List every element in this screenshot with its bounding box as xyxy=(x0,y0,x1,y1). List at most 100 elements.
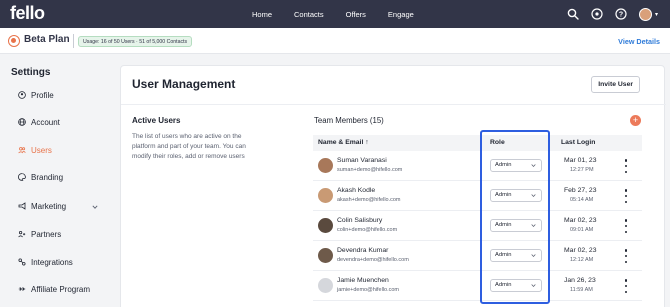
column-header-role: Role xyxy=(490,139,505,146)
last-login-time: 05:14 AM xyxy=(570,197,594,203)
nav-link-home[interactable]: Home xyxy=(252,10,272,19)
member-name: Devendra Kumar xyxy=(337,247,389,254)
chevron-down-icon[interactable] xyxy=(92,204,98,210)
sidebar-item-profile[interactable]: Profile xyxy=(18,88,54,102)
last-login-date: Mar 02, 23 xyxy=(564,217,597,224)
role-select[interactable]: Admin xyxy=(490,159,542,172)
chevron-down-icon xyxy=(531,224,536,228)
member-email: suman+demo@hifello.com xyxy=(337,167,403,173)
last-login-time: 12:27 PM xyxy=(570,167,594,173)
divider xyxy=(121,104,666,105)
handshake-icon xyxy=(18,230,26,238)
logo[interactable]: fello xyxy=(10,3,45,24)
sidebar-item-branding[interactable]: Branding xyxy=(18,170,63,184)
section-title: Active Users xyxy=(132,116,181,125)
avatar xyxy=(318,248,333,263)
page-title: User Management xyxy=(132,77,236,91)
role-select[interactable]: Admin xyxy=(490,249,542,262)
more-options-icon[interactable] xyxy=(624,279,628,293)
role-select[interactable]: Admin xyxy=(490,279,542,292)
member-email: jamie+demo@hifello.com xyxy=(337,287,399,293)
sidebar-item-account[interactable]: Account xyxy=(18,115,60,129)
more-options-icon[interactable] xyxy=(624,189,628,203)
sidebar-item-affiliate-program[interactable]: Affiliate Program xyxy=(18,282,90,296)
role-select[interactable]: Admin xyxy=(490,189,542,202)
plan-bar: Beta Plan Usage: 16 of 50 Users · 51 of … xyxy=(0,28,670,54)
megaphone-icon xyxy=(18,202,26,210)
section-description: The list of users who are active on the … xyxy=(132,133,246,160)
role-value: Admin xyxy=(495,192,512,198)
member-name: Akash Kodle xyxy=(337,187,376,194)
nav-link-offers[interactable]: Offers xyxy=(346,10,366,19)
last-login-time: 12:12 AM xyxy=(570,257,594,263)
sidebar-item-label: Account xyxy=(31,117,60,127)
invite-user-button[interactable]: Invite User xyxy=(591,76,640,93)
usage-badge: Usage: 16 of 50 Users · 51 of 5,000 Cont… xyxy=(78,36,193,47)
plan-title: Beta Plan xyxy=(24,34,70,45)
last-login-date: Mar 02, 23 xyxy=(564,247,597,254)
role-select[interactable]: Admin xyxy=(490,219,542,232)
table-row: Colin Salisbury colin+demo@hifello.com A… xyxy=(313,211,642,241)
member-name: Colin Salisbury xyxy=(337,217,383,224)
avatar[interactable] xyxy=(638,7,652,21)
nav-icons: ? ▾ xyxy=(557,0,658,28)
sidebar-item-label: Affiliate Program xyxy=(31,284,90,294)
chevron-down-icon[interactable]: ▾ xyxy=(655,11,658,18)
last-login-date: Jan 26, 23 xyxy=(564,277,596,284)
sidebar-item-label: Partners xyxy=(31,229,62,239)
table-row: Suman Varanasi suman+demo@hifello.com Ad… xyxy=(313,151,642,181)
role-value: Admin xyxy=(495,222,512,228)
sidebar-item-marketing[interactable]: Marketing xyxy=(18,199,66,213)
role-value: Admin xyxy=(495,282,512,288)
table-row: Jamie Muenchen jamie+demo@hifello.com Ad… xyxy=(313,271,642,301)
user-circle-icon xyxy=(18,91,26,99)
column-header-name-email[interactable]: Name & Email ↑ xyxy=(318,139,369,146)
chevron-down-icon xyxy=(531,194,536,198)
sidebar-item-partners[interactable]: Partners xyxy=(18,227,61,241)
member-email: akash+demo@hifello.com xyxy=(337,197,401,203)
table-row: Akash Kodle akash+demo@hifello.com Admin… xyxy=(313,181,642,211)
top-nav: fello Home Contacts Offers Engage ? ▾ xyxy=(0,0,670,28)
sidebar-item-label: Marketing xyxy=(31,201,67,211)
member-name: Jamie Muenchen xyxy=(337,277,389,284)
team-members-title: Team Members (15) xyxy=(314,116,384,125)
last-login-date: Mar 01, 23 xyxy=(564,157,597,164)
table-row: Devendra Kumar devendra+demo@hifello.com… xyxy=(313,241,642,271)
search-icon[interactable] xyxy=(565,6,581,22)
sidebar-item-label: Integrations xyxy=(31,257,73,267)
chevron-down-icon xyxy=(531,284,536,288)
sidebar-item-integrations[interactable]: Integrations xyxy=(18,255,73,269)
palette-icon xyxy=(18,173,26,181)
more-options-icon[interactable] xyxy=(624,159,628,173)
globe-icon xyxy=(18,118,26,126)
nav-link-contacts[interactable]: Contacts xyxy=(294,10,324,19)
view-details-link[interactable]: View Details xyxy=(618,37,660,46)
last-login-time: 11:59 AM xyxy=(570,287,593,293)
sidebar-item-label: Users xyxy=(31,145,52,155)
link-icon xyxy=(18,285,26,293)
sidebar-title: Settings xyxy=(11,67,51,78)
pin-icon[interactable] xyxy=(589,6,605,22)
user-management-card: User Management Invite User Active Users… xyxy=(120,65,666,307)
avatar xyxy=(318,218,333,233)
avatar xyxy=(318,188,333,203)
more-options-icon[interactable] xyxy=(624,219,628,233)
nav-link-engage[interactable]: Engage xyxy=(388,10,414,19)
chevron-down-icon xyxy=(531,164,536,168)
sidebar-item-users[interactable]: Users xyxy=(18,143,52,157)
users-icon xyxy=(18,146,26,154)
help-icon[interactable]: ? xyxy=(613,6,629,22)
plug-icon xyxy=(18,258,26,266)
plan-icon xyxy=(8,35,20,47)
member-email: colin+demo@hifello.com xyxy=(337,227,398,233)
last-login-date: Feb 27, 23 xyxy=(564,187,597,194)
add-member-button[interactable]: + xyxy=(630,115,641,126)
table-header: Name & Email ↑ Role Last Login xyxy=(313,135,642,151)
role-value: Admin xyxy=(495,252,512,258)
column-header-last-login: Last Login xyxy=(561,139,596,146)
more-options-icon[interactable] xyxy=(624,249,628,263)
divider xyxy=(73,34,74,48)
member-email: devendra+demo@hifello.com xyxy=(337,257,409,263)
last-login-time: 09:01 AM xyxy=(570,227,594,233)
nav-links: Home Contacts Offers Engage xyxy=(252,0,436,28)
